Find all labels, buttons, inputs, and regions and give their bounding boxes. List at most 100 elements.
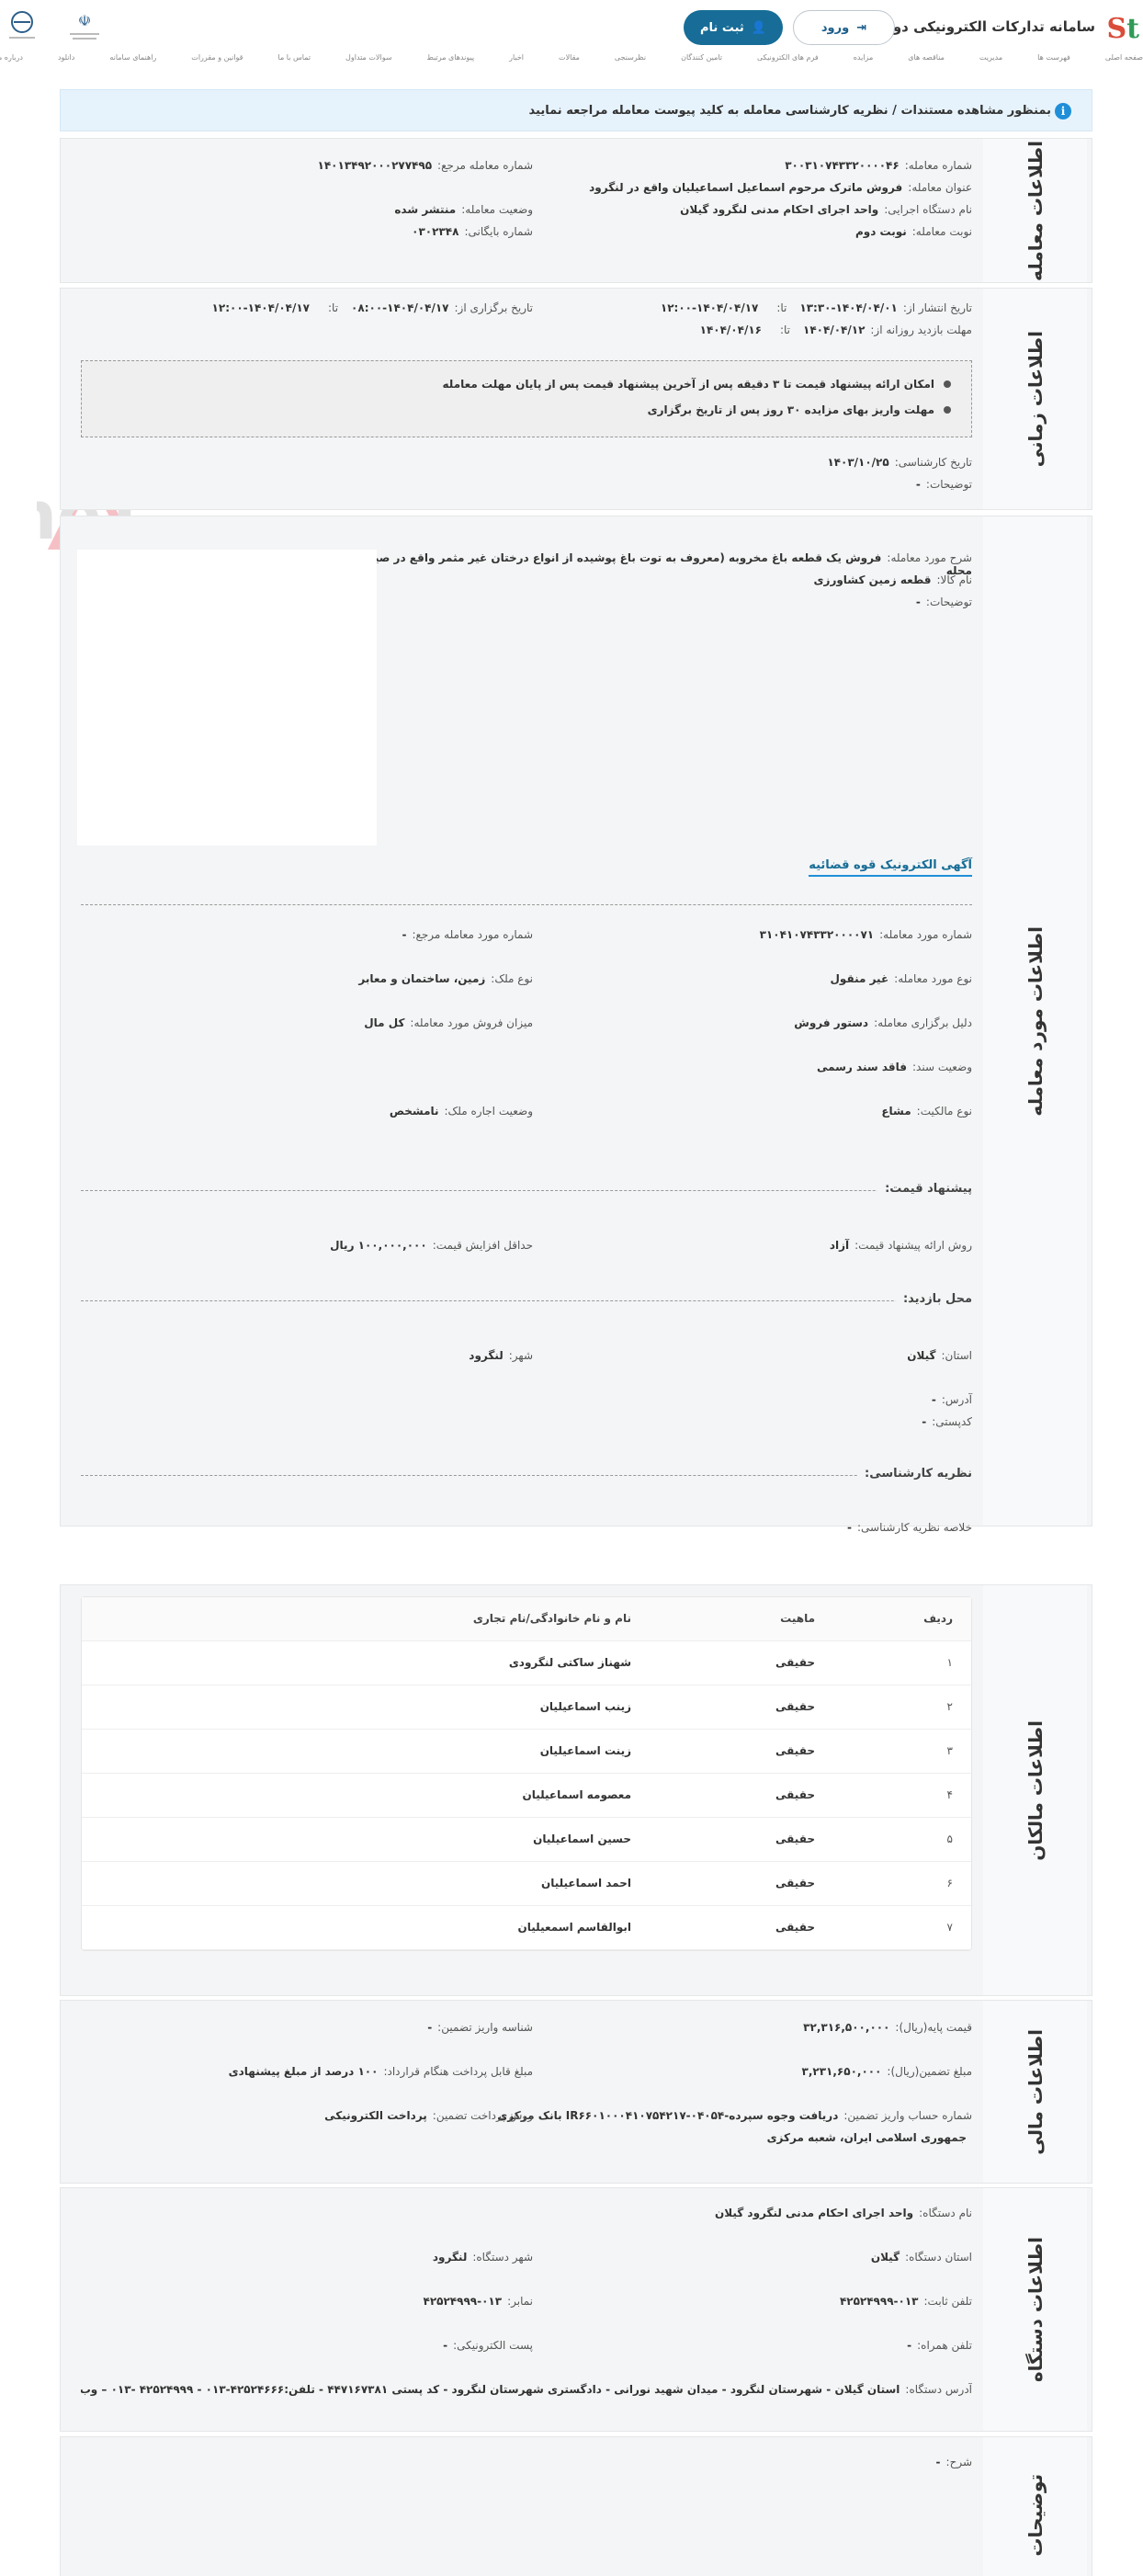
item-info-header: اطلاعات مورد معامله	[983, 516, 1092, 1526]
hold-from: ۱۴۰۴/۰۴/۱۷-۰۸:۰۰	[351, 301, 449, 314]
owner-n-cell: ۶	[946, 1877, 953, 1889]
device-city: لنگرود	[432, 2251, 468, 2264]
time-info-section: اطلاعات زمانی تاریخ انتشار از:۱۴۰۴/۰۴/۰۱…	[60, 288, 1092, 510]
expert-opinion-heading: نظریه کارشناسی:	[857, 1467, 972, 1481]
column-header: نام و نام خانوادگی/نام تجاری	[472, 1612, 631, 1625]
nav-item[interactable]: راهنمای سامانه	[109, 53, 156, 62]
section-title: اطلاعات زمانی	[1024, 330, 1047, 468]
nav-item[interactable]: تامین کنندگان	[681, 53, 722, 62]
table-row: ۷ حقیقی ابوالقاسم اسمعیلیان	[82, 1906, 971, 1950]
divider	[81, 904, 972, 905]
electronic-ad-link[interactable]: آگهی الکترونیک قوه قضائیه	[809, 858, 972, 877]
time-description: -	[915, 478, 921, 491]
lease-status: نامشخص	[389, 1105, 439, 1118]
section-title: توضیحات	[1024, 2474, 1047, 2557]
owner-kind-cell: حقیقی	[775, 1921, 815, 1934]
executive-device: واحد اجرای احکام مدنی لنگرود گیلان	[680, 203, 879, 216]
device-header: اطلاعات دستگاه	[983, 2188, 1092, 2431]
table-row: ۱ حقیقی شهناز ساکتی لنگرودی	[82, 1641, 971, 1685]
deposit-account: دریافت وجوه سپرده-IR۶۶۰۱۰۰۰۴۱۰۷۵۴۲۱۷-۰۴۰…	[497, 2109, 839, 2122]
site-title[interactable]: سامانه تدارکات الکترونیکی دولت	[873, 18, 1095, 35]
hold-to: ۱۴۰۴/۰۴/۱۷-۱۲:۰۰	[211, 301, 310, 314]
price-heading: پیشنهاد قیمت:	[877, 1182, 972, 1196]
section-title: اطلاعات معامله	[1024, 140, 1047, 281]
notes-section: توضیحات شرح:-	[60, 2436, 1092, 2576]
device-phone: ۰۱۳-۴۲۵۲۴۹۹۹	[839, 2295, 919, 2308]
nav-item[interactable]: صفحه اصلی	[1105, 53, 1143, 62]
device-address: استان گیلان - شهرستان لنگرود - میدان شهی…	[81, 2383, 900, 2396]
time-info-header: اطلاعات زمانی	[983, 289, 1092, 509]
item-number: ۳۱۰۴۱۰۷۴۳۳۲۰۰۰۰۷۱	[759, 928, 875, 941]
main-nav: صفحه اصلی فهرست ها مدیریت مناقصه های مزایده ف…	[0, 53, 1143, 62]
nav-item[interactable]: فرم های الکترونیکی	[757, 53, 819, 62]
deposit-id: -	[427, 2021, 433, 2034]
deal-subject: فروش ماترک مرحوم اسماعیل اسماعیلیان واقع…	[589, 181, 903, 194]
sale-share: کل مال	[364, 1016, 405, 1029]
section-title: اطلاعات دستگاه	[1024, 2236, 1047, 2383]
ministry-logo	[4, 9, 40, 46]
nav-item[interactable]: مدیریت	[979, 53, 1002, 62]
nav-item[interactable]: دانلود	[58, 53, 74, 62]
visit-from: ۱۴۰۴/۰۴/۱۲	[803, 323, 866, 336]
item-photo[interactable]	[77, 550, 377, 845]
section-title: اطلاعات مالکان	[1024, 1719, 1047, 1861]
min-increase: ۱۰۰,۰۰۰,۰۰۰ ریال	[330, 1239, 427, 1252]
item-name: قطعه زمین کشاورزی	[813, 573, 932, 586]
visit-address: -	[931, 1393, 936, 1406]
owner-kind-cell: حقیقی	[775, 1744, 815, 1757]
owner-n-cell: ۴	[946, 1788, 953, 1801]
visit-to: ۱۴۰۴/۰۴/۱۶	[699, 323, 762, 336]
device-fax: ۰۱۳-۴۲۵۲۴۹۹۹	[423, 2295, 503, 2308]
owner-name-cell: حسین اسماعیلیان	[533, 1833, 631, 1845]
nav-item[interactable]: نظرسنجی	[615, 53, 646, 62]
nav-item[interactable]: تماس با ما	[278, 53, 311, 62]
info-alert: i بمنظور مشاهده مستندات / نظریه کارشناسی…	[60, 89, 1092, 131]
expert-date: ۱۴۰۳/۱۰/۲۵	[827, 456, 889, 469]
visit-location-heading: محل بازدید:	[895, 1292, 972, 1306]
item-type: غیر منقول	[830, 972, 889, 985]
nav-item[interactable]: قوانین و مقررات	[191, 53, 243, 62]
owner-kind-cell: حقیقی	[775, 1700, 815, 1713]
owner-kind-cell: حقیقی	[775, 1656, 815, 1669]
condition-item: امکان ارائه پیشنهاد قیمت تا ۳ دقیقه پس ا…	[442, 378, 934, 391]
setad-logo[interactable]: St	[1106, 13, 1139, 46]
owners-header: اطلاعات مالکان	[983, 1585, 1092, 1995]
login-button[interactable]: ⇥ ورود	[793, 10, 895, 45]
nav-item[interactable]: اخبار	[509, 53, 524, 62]
table-header-row: ردیف ماهیت نام و نام خانوادگی/نام تجاری	[82, 1597, 971, 1641]
visit-city: لنگرود	[469, 1349, 504, 1362]
nav-item[interactable]: درباره ما	[0, 53, 23, 62]
finance-section: اطلاعات مالی قیمت پایه(ریال):۳۲,۳۱۶,۵۰۰,…	[60, 2000, 1092, 2184]
register-button[interactable]: 👤 ثبت نام	[684, 10, 783, 45]
add-user-icon: 👤	[751, 20, 766, 35]
deal-status: منتشر شده	[394, 203, 457, 216]
expert-summary: -	[847, 1521, 852, 1534]
publish-to: ۱۴۰۴/۰۴/۱۷-۱۲:۰۰	[660, 301, 759, 314]
table-row: ۳ حقیقی زینت اسماعیلیان	[82, 1730, 971, 1774]
nav-item[interactable]: مقالات	[559, 53, 580, 62]
owner-name-cell: معصومه اسماعیلیان	[522, 1788, 631, 1801]
nav-item[interactable]: مناقصه های	[908, 53, 945, 62]
svg-text:☫: ☫	[78, 12, 91, 29]
ownership-type: مشاع	[881, 1105, 911, 1118]
notes-header: توضیحات	[983, 2437, 1092, 2576]
bid-method: آزاد	[829, 1239, 850, 1252]
property-type: زمین، ساختمان و معابر	[358, 972, 486, 985]
owner-name-cell: احمد اسماعیلیان	[540, 1877, 631, 1889]
owner-name-cell: زینت اسماعیلیان	[539, 1744, 631, 1757]
notes-description: -	[935, 2456, 941, 2468]
nav-item[interactable]: مزایده	[854, 53, 874, 62]
table-row: ۵ حقیقی حسین اسماعیلیان	[82, 1818, 971, 1862]
deposit-account-bank: جمهوری اسلامی ایران، شعبه مرکزی	[766, 2131, 967, 2144]
top-header: St سامانه تدارکات الکترونیکی دولت ⇥ ورود…	[0, 0, 1143, 55]
nav-item[interactable]: سوالات متداول	[345, 53, 392, 62]
payment-method: پرداخت الکترونیکی	[324, 2109, 427, 2122]
archive-number: ۰۳۰۲۳۴۸	[412, 225, 459, 238]
item-ref-number: -	[402, 928, 407, 941]
device-name: واحد اجرای احکام مدنی لنگرود گیلان	[715, 2207, 914, 2219]
owner-kind-cell: حقیقی	[775, 1788, 815, 1801]
nav-item[interactable]: فهرست ها	[1037, 53, 1070, 62]
section-title: اطلاعات مورد معامله	[1024, 925, 1047, 1117]
nav-item[interactable]: پیوندهای مرتبط	[427, 53, 475, 62]
device-section: اطلاعات دستگاه نام دستگاه:واحد اجرای احک…	[60, 2187, 1092, 2432]
